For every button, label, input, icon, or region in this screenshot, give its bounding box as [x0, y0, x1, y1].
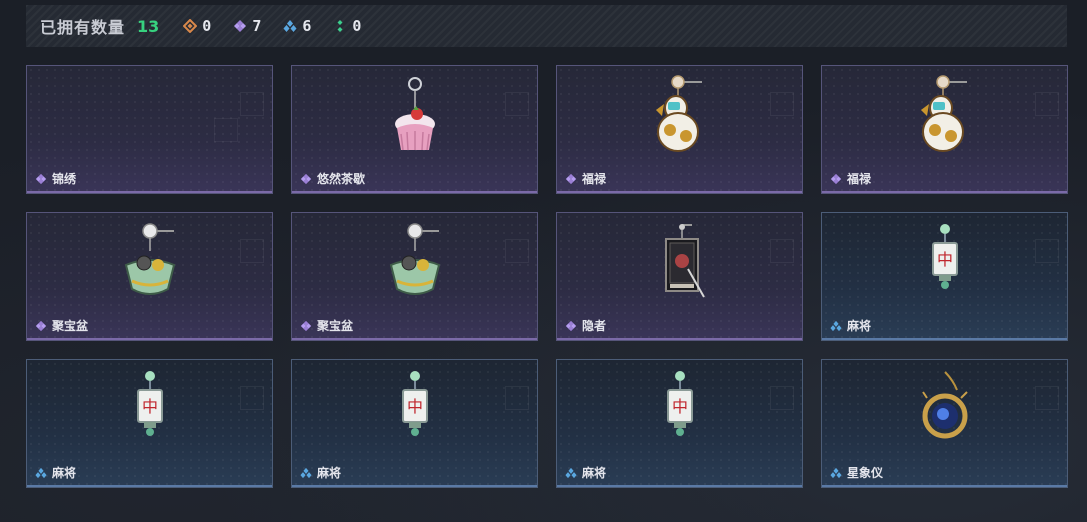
- owned-count-bar: 已拥有数量 13 0 7 6 0: [26, 5, 1067, 47]
- owned-count: 13: [137, 16, 160, 36]
- charm-name: 悠然茶歇: [317, 172, 366, 186]
- purple-gem-icon: [300, 173, 312, 184]
- rarity-count: 6: [302, 17, 312, 35]
- charm-name: 星象仪: [847, 466, 884, 480]
- card-decoration: [240, 92, 264, 116]
- rarity-count-purple: 7: [233, 17, 261, 35]
- rarity-count: 0: [202, 17, 212, 35]
- blue-gem-icon: [565, 467, 577, 478]
- treasure-bowl-charm-icon: [124, 223, 175, 295]
- card-label: 麻将: [300, 464, 341, 481]
- card-decoration: [240, 239, 264, 263]
- rarity-count: 7: [252, 17, 262, 35]
- charm-name: 麻将: [582, 466, 607, 480]
- charm-name: 聚宝盆: [52, 319, 89, 333]
- rarity-count-orange: 0: [183, 17, 211, 35]
- charm-card[interactable]: 福禄: [556, 65, 803, 194]
- card-label: 隐者: [565, 317, 606, 334]
- purple-gem-icon: [565, 173, 577, 184]
- rarity-count-green: 0: [333, 17, 361, 35]
- mahjong-tile-charm-icon: 中: [136, 371, 163, 436]
- purple-gem-icon: [300, 320, 312, 331]
- owned-label: 已拥有数量: [40, 18, 126, 37]
- card-label: 聚宝盆: [300, 317, 353, 334]
- charm-card[interactable]: 星象仪: [821, 359, 1068, 488]
- card-decoration: [770, 386, 794, 410]
- card-decoration: [770, 92, 794, 116]
- charm-name: 隐者: [582, 319, 607, 333]
- gourd-charm-icon: [655, 75, 702, 152]
- mahjong-glyph: 中: [141, 397, 157, 416]
- mahjong-tile-charm-icon: 中: [401, 371, 428, 436]
- charm-card[interactable]: 中 麻将: [821, 212, 1068, 341]
- card-decoration: [1035, 239, 1059, 263]
- card-label: 聚宝盆: [35, 317, 88, 334]
- rarity-count-blue: 6: [283, 17, 311, 35]
- card-decoration: [1035, 386, 1059, 410]
- charm-name: 麻将: [847, 319, 872, 333]
- charm-card[interactable]: 隐者: [556, 212, 803, 341]
- blue-gem-icon: [830, 320, 842, 331]
- card-decoration: [214, 118, 238, 142]
- treasure-bowl-charm-icon: [389, 223, 440, 295]
- card-label: 麻将: [565, 464, 606, 481]
- charm-card[interactable]: 福禄: [821, 65, 1068, 194]
- card-decoration: [240, 386, 264, 410]
- mahjong-tile-charm-icon: 中: [931, 224, 958, 289]
- cupcake-charm-icon: [394, 77, 435, 151]
- charm-name: 聚宝盆: [317, 319, 354, 333]
- card-label: 麻将: [35, 464, 76, 481]
- purple-gem-icon: [830, 173, 842, 184]
- card-label: 福禄: [830, 170, 871, 187]
- purple-gem-icon: [234, 20, 247, 32]
- rarity-count: 0: [352, 17, 362, 35]
- card-label: 福禄: [565, 170, 606, 187]
- charm-card[interactable]: 锦绣: [26, 65, 273, 194]
- charm-card[interactable]: 悠然茶歇: [291, 65, 538, 194]
- blue-gem-icon: [300, 467, 312, 478]
- purple-gem-icon: [35, 320, 47, 331]
- mahjong-glyph: 中: [671, 397, 687, 416]
- charm-name: 福禄: [847, 172, 872, 186]
- mahjong-glyph: 中: [936, 250, 952, 269]
- charm-name: 锦绣: [52, 172, 77, 186]
- astrolabe-charm-icon: [921, 371, 968, 439]
- card-label: 星象仪: [830, 464, 883, 481]
- charm-card[interactable]: 聚宝盆: [26, 212, 273, 341]
- card-label: 悠然茶歇: [300, 170, 365, 187]
- card-decoration: [505, 386, 529, 410]
- card-decoration: [505, 239, 529, 263]
- card-label: 麻将: [830, 317, 871, 334]
- blue-gem-icon: [283, 20, 297, 32]
- purple-gem-icon: [565, 320, 577, 331]
- charm-card[interactable]: 中 麻将: [556, 359, 803, 488]
- orange-gem-icon: [183, 19, 198, 33]
- mahjong-glyph: 中: [406, 397, 422, 416]
- card-decoration: [770, 239, 794, 263]
- gourd-charm-icon: [920, 75, 967, 152]
- blue-gem-icon: [830, 467, 842, 478]
- charm-grid: 锦绣 悠然茶歇 福禄 福禄 聚宝盆 聚宝盆 隐者 中 麻将 中 麻将 中 麻将 …: [26, 65, 1068, 488]
- card-label: 锦绣: [35, 170, 76, 187]
- tarot-card-charm-icon: [664, 224, 705, 298]
- purple-gem-icon: [35, 173, 47, 184]
- green-gem-icon: [337, 20, 343, 32]
- charm-name: 福禄: [582, 172, 607, 186]
- card-decoration: [1035, 92, 1059, 116]
- charm-card[interactable]: 聚宝盆: [291, 212, 538, 341]
- charm-card[interactable]: 中 麻将: [26, 359, 273, 488]
- mahjong-tile-charm-icon: 中: [666, 371, 693, 436]
- charm-name: 麻将: [317, 466, 342, 480]
- card-decoration: [505, 92, 529, 116]
- blue-gem-icon: [35, 467, 47, 478]
- charm-card[interactable]: 中 麻将: [291, 359, 538, 488]
- charm-name: 麻将: [52, 466, 77, 480]
